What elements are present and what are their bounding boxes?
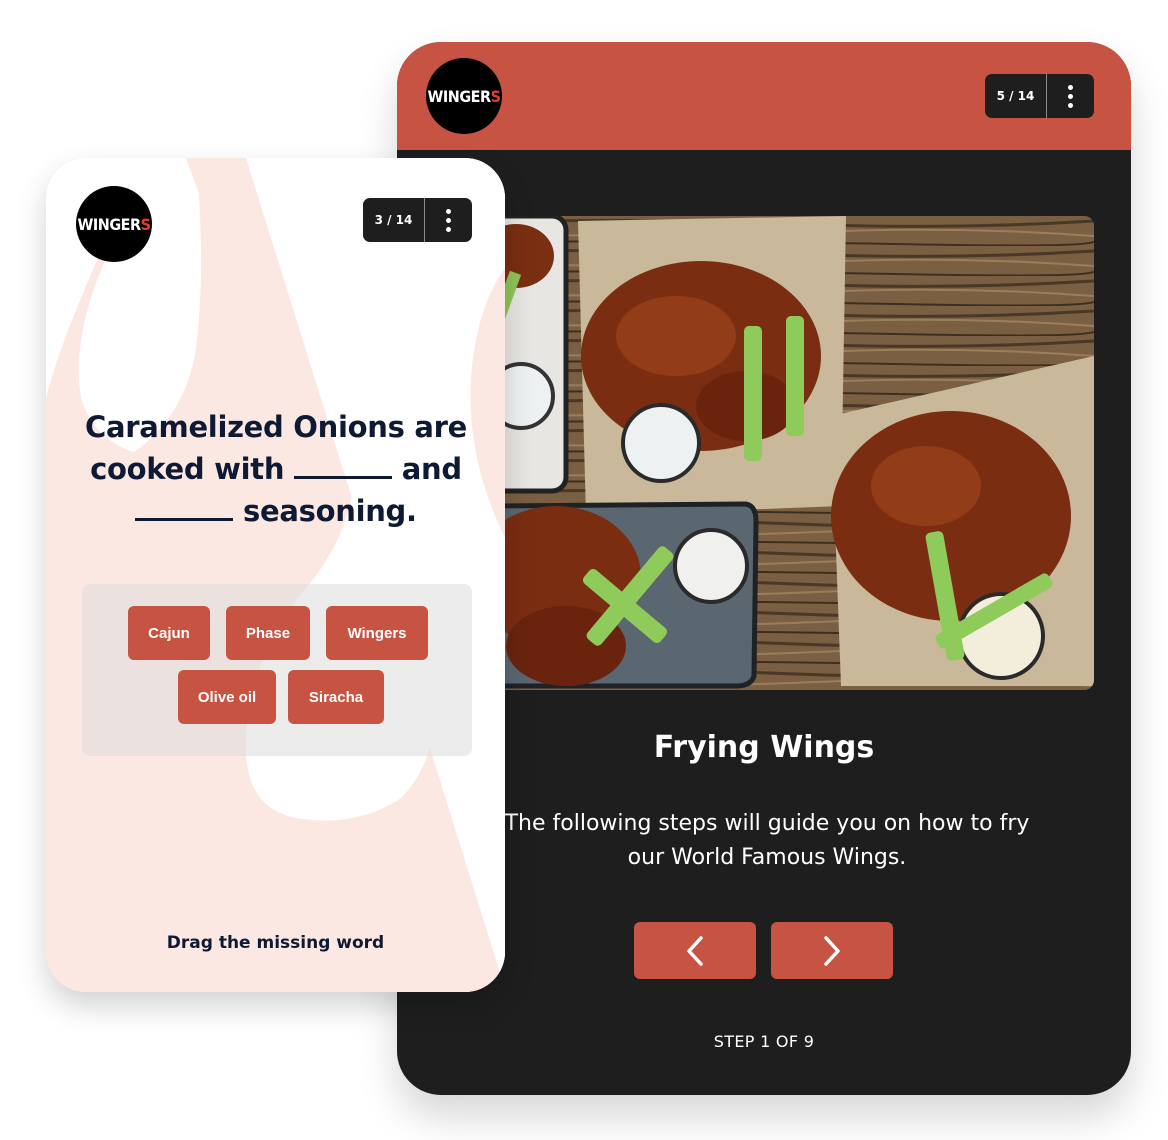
- flame-background-shape: [46, 158, 505, 992]
- blank-drop-zone-2[interactable]: [135, 493, 234, 521]
- step-indicator: STEP 1 OF 9: [713, 1032, 815, 1051]
- quiz-page-count: 3 / 14: [363, 198, 425, 242]
- word-option[interactable]: Olive oil: [178, 670, 276, 724]
- quiz-progress-counter: 3 / 14: [363, 198, 472, 242]
- chevron-left-icon: [687, 935, 703, 966]
- wings-photo-illustration: [496, 216, 1094, 690]
- question-part-3: seasoning.: [243, 494, 417, 528]
- question-part-2: and: [401, 452, 462, 486]
- logo-text: WINGER: [427, 86, 492, 106]
- wings-photo: [496, 216, 1094, 690]
- logo-text: WINGER: [77, 214, 142, 234]
- word-option[interactable]: Siracha: [288, 670, 384, 724]
- word-option[interactable]: Cajun: [128, 606, 210, 660]
- wingers-logo: WINGER S: [76, 186, 152, 262]
- lesson-header: WINGER S 5 / 14: [397, 42, 1131, 150]
- word-bank: Cajun Phase Wingers Olive oil Siracha: [82, 584, 472, 756]
- previous-step-button[interactable]: [634, 922, 756, 979]
- word-option[interactable]: Wingers: [326, 606, 428, 660]
- lesson-description: The following steps will guide you on ho…: [504, 811, 1030, 870]
- next-step-button[interactable]: [771, 922, 893, 979]
- lesson-card: WINGER S 5 / 14 Frying Wings The followi…: [397, 42, 1131, 1095]
- kebab-menu-icon[interactable]: [425, 198, 472, 242]
- wingers-logo: WINGER S: [426, 58, 502, 134]
- lesson-progress-counter: 5 / 14: [985, 74, 1094, 118]
- lesson-title: Frying Wings: [653, 730, 875, 765]
- blank-drop-zone-1[interactable]: [293, 451, 392, 479]
- logo-text-accent: S: [490, 86, 501, 106]
- logo-text-accent: S: [140, 214, 151, 234]
- quiz-instruction: Drag the missing word: [166, 933, 385, 953]
- quiz-card: WINGER S 3 / 14 Caramelized Onions are co…: [46, 158, 505, 992]
- word-option[interactable]: Phase: [226, 606, 310, 660]
- chevron-right-icon: [824, 935, 840, 966]
- kebab-menu-icon[interactable]: [1047, 74, 1094, 118]
- quiz-question: Caramelized Onions are cooked with and s…: [76, 406, 476, 532]
- lesson-page-count: 5 / 14: [985, 74, 1047, 118]
